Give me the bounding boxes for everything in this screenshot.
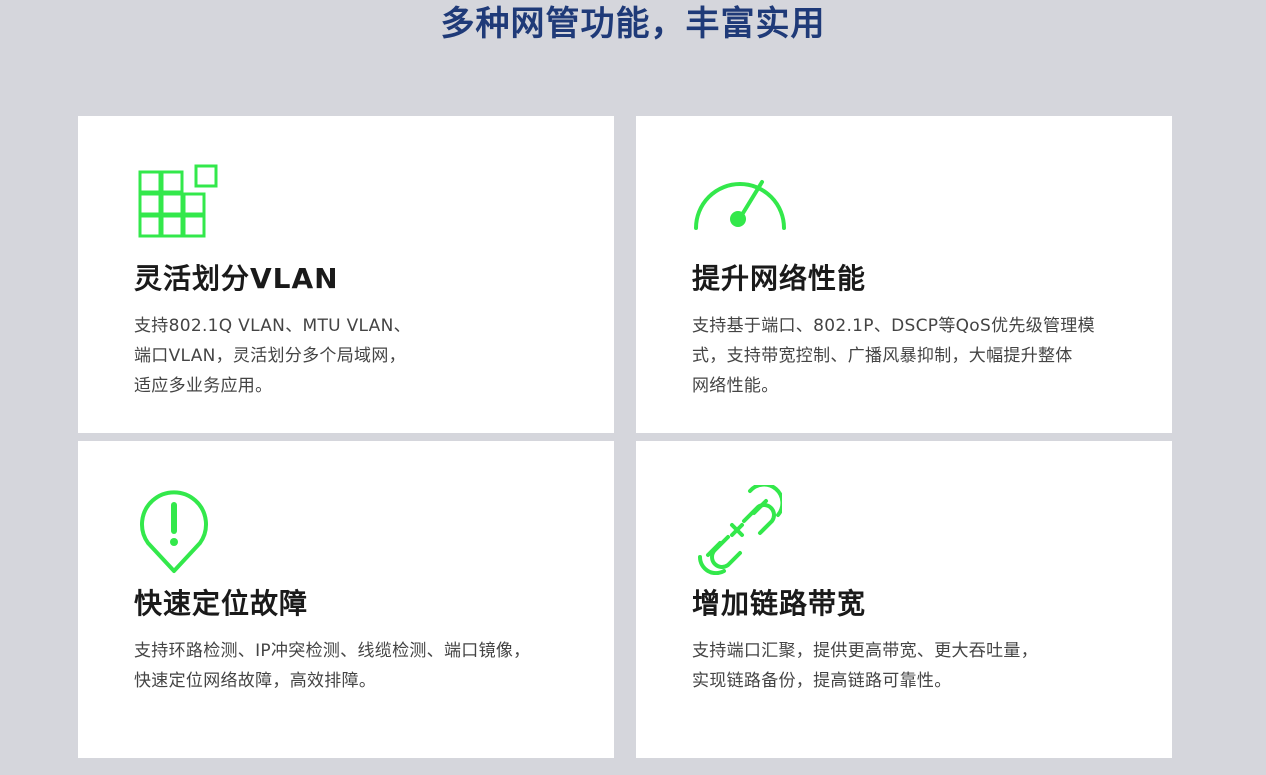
card-description: 支持端口汇聚，提供更高带宽、更大吞吐量， 实现链路备份，提高链路可靠性。 xyxy=(692,641,1038,691)
gauge-icon xyxy=(692,160,786,250)
alert-pin-icon xyxy=(134,485,224,575)
card-description: 支持802.1Q VLAN、MTU VLAN、 端口VLAN，灵活划分多个局域网… xyxy=(134,316,411,396)
page-title: 多种网管功能，丰富实用 xyxy=(440,4,826,44)
card-title: 增加链路带宽 xyxy=(692,587,867,620)
feature-card-performance: 提升网络性能 支持基于端口、802.1P、DSCP等QoS优先级管理模 式，支持… xyxy=(636,116,1172,433)
card-title: 提升网络性能 xyxy=(692,262,867,295)
feature-card-vlan: 灵活划分VLAN 支持802.1Q VLAN、MTU VLAN、 端口VLAN，… xyxy=(78,116,614,433)
card-title: 快速定位故障 xyxy=(134,587,309,620)
feature-card-link-bandwidth: 增加链路带宽 支持端口汇聚，提供更高带宽、更大吞吐量， 实现链路备份，提高链路可… xyxy=(636,441,1172,758)
grid-icon xyxy=(134,160,224,250)
broken-link-icon xyxy=(692,485,782,575)
card-description: 支持环路检测、IP冲突检测、线缆检测、端口镜像， 快速定位网络故障，高效排障。 xyxy=(134,641,531,691)
card-title: 灵活划分VLAN xyxy=(134,262,339,295)
feature-card-fault-locate: 快速定位故障 支持环路检测、IP冲突检测、线缆检测、端口镜像， 快速定位网络故障… xyxy=(78,441,614,758)
card-description: 支持基于端口、802.1P、DSCP等QoS优先级管理模 式，支持带宽控制、广播… xyxy=(692,316,1095,396)
